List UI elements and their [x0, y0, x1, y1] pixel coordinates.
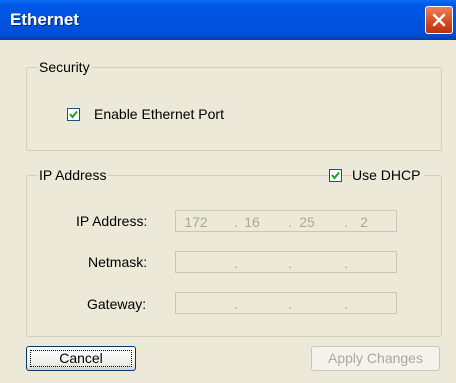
- apply-changes-button[interactable]: Apply Changes: [311, 346, 440, 371]
- checkmark-icon: [331, 171, 340, 180]
- ip-dot: .: [288, 255, 292, 271]
- gateway-label: Gateway:: [87, 296, 147, 312]
- gateway-field[interactable]: . . .: [175, 292, 397, 314]
- apply-changes-button-label: Apply Changes: [328, 350, 423, 366]
- ip-address-field[interactable]: 172 . 16 . 25 . 2: [175, 210, 397, 232]
- enable-ethernet-port-checkbox[interactable]: [67, 108, 80, 121]
- netmask-field[interactable]: . . .: [175, 251, 397, 273]
- ip-address-label: IP Address:: [76, 213, 148, 229]
- ip-dot: .: [234, 296, 238, 312]
- ip-dot: .: [344, 296, 348, 312]
- title-bar[interactable]: Ethernet: [0, 0, 456, 40]
- checkmark-icon: [69, 110, 78, 119]
- close-button[interactable]: [425, 6, 453, 34]
- ip-dot: .: [344, 255, 348, 271]
- ip-dot: .: [234, 255, 238, 271]
- ip-dot: .: [288, 296, 292, 312]
- ip-octet-4: 2: [360, 214, 368, 230]
- use-dhcp-checkbox[interactable]: [329, 169, 342, 182]
- ip-octet-1: 172: [184, 214, 208, 230]
- security-legend: Security: [37, 59, 92, 75]
- security-group: [26, 67, 442, 151]
- ip-octet-2: 16: [244, 214, 260, 230]
- cancel-button[interactable]: Cancel: [26, 346, 136, 371]
- use-dhcp-label[interactable]: Use DHCP: [352, 167, 425, 183]
- window-title: Ethernet: [10, 10, 79, 29]
- cancel-button-label: Cancel: [59, 350, 103, 366]
- ip-octet-3: 25: [299, 214, 315, 230]
- ip-address-legend: IP Address: [37, 167, 109, 183]
- ethernet-dialog: Ethernet Security Enable Ethernet Port I…: [0, 0, 456, 383]
- close-icon: [432, 13, 446, 27]
- enable-ethernet-port-label[interactable]: Enable Ethernet Port: [94, 106, 224, 122]
- netmask-label: Netmask:: [88, 254, 148, 270]
